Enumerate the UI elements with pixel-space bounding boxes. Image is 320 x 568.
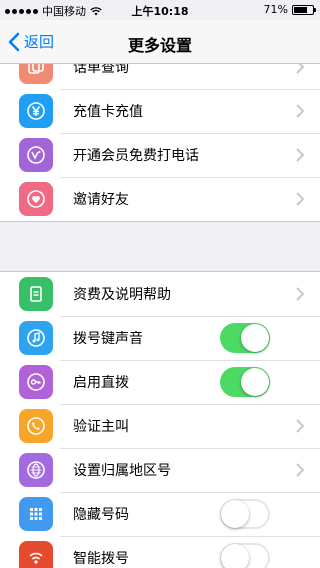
list-item-invite-friends[interactable]: 邀请好友 (0, 177, 320, 221)
list-item-verify-caller[interactable]: 验证主叫 (0, 404, 320, 448)
chevron-right-icon (296, 463, 304, 477)
battery-icon (292, 4, 316, 15)
list-item-bill-query[interactable]: 话单查询 (0, 64, 320, 89)
signal-waves-icon (19, 541, 53, 568)
smart-dial-toggle[interactable] (220, 543, 270, 568)
chevron-right-icon (296, 104, 304, 118)
key-icon (19, 365, 53, 399)
list-item-smart-dial[interactable]: 智能拨号 (0, 536, 320, 568)
list-item-direct-dial[interactable]: 启用直拨 (0, 360, 320, 404)
list-item-hide-number[interactable]: 隐藏号码 (0, 492, 320, 536)
dial-sound-toggle[interactable] (220, 323, 270, 353)
page-title: 更多设置 (127, 36, 192, 55)
list-item-recharge-card[interactable]: 充值卡充值 (0, 89, 320, 133)
list-item-label: 开通会员免费打电话 (73, 148, 199, 164)
list-item-vip-free-call[interactable]: 开通会员免费打电话 (0, 133, 320, 177)
list-item-fees-help[interactable]: 资费及说明帮助 (0, 272, 320, 316)
globe-icon (19, 453, 53, 487)
settings-section-1: 话单查询 充值卡充值 开通会员免费打电话 邀请好友 (0, 64, 320, 222)
toggle-knob (221, 500, 249, 528)
navigation-bar: 返回 更多设置 (0, 20, 320, 64)
battery-percent: 71% (263, 3, 288, 16)
list-item-label: 话单查询 (73, 64, 129, 76)
list-item-area-code[interactable]: 设置归属地区号 (0, 448, 320, 492)
chevron-right-icon (296, 64, 304, 74)
chevron-right-icon (296, 419, 304, 433)
settings-content[interactable]: 话单查询 充值卡充值 开通会员免费打电话 邀请好友 资费及说明帮助 拨号键声音 … (0, 64, 320, 568)
chevron-right-icon (296, 148, 304, 162)
bill-icon (19, 64, 53, 84)
direct-dial-toggle[interactable] (220, 367, 270, 397)
list-item-label: 资费及说明帮助 (73, 287, 171, 303)
document-icon (19, 277, 53, 311)
list-item-label: 邀请好友 (73, 192, 129, 208)
settings-section-2: 资费及说明帮助 拨号键声音 启用直拨 验证主叫 设置归属地区号 隐藏号码 智能拨… (0, 271, 320, 568)
heart-icon (19, 182, 53, 216)
list-item-label: 智能拨号 (73, 551, 129, 567)
list-item-label: 拨号键声音 (73, 331, 143, 347)
list-item-label: 设置归属地区号 (73, 463, 171, 479)
list-item-label: 启用直拨 (73, 375, 129, 391)
vip-icon (19, 138, 53, 172)
toggle-knob (241, 324, 269, 352)
battery-group: 71% (263, 3, 316, 16)
toggle-knob (241, 368, 269, 396)
phone-icon (19, 409, 53, 443)
chevron-right-icon (296, 287, 304, 301)
list-item-label: 充值卡充值 (73, 104, 143, 120)
yen-coin-icon (19, 94, 53, 128)
list-item-dial-sound[interactable]: 拨号键声音 (0, 316, 320, 360)
keypad-icon (19, 497, 53, 531)
toggle-knob (221, 544, 249, 568)
list-item-label: 隐藏号码 (73, 507, 129, 523)
status-bar: 中国移动 上午10:18 71% (0, 0, 320, 20)
chevron-right-icon (296, 192, 304, 206)
music-note-icon (19, 321, 53, 355)
hide-number-toggle[interactable] (220, 499, 270, 529)
list-item-label: 验证主叫 (73, 419, 129, 435)
